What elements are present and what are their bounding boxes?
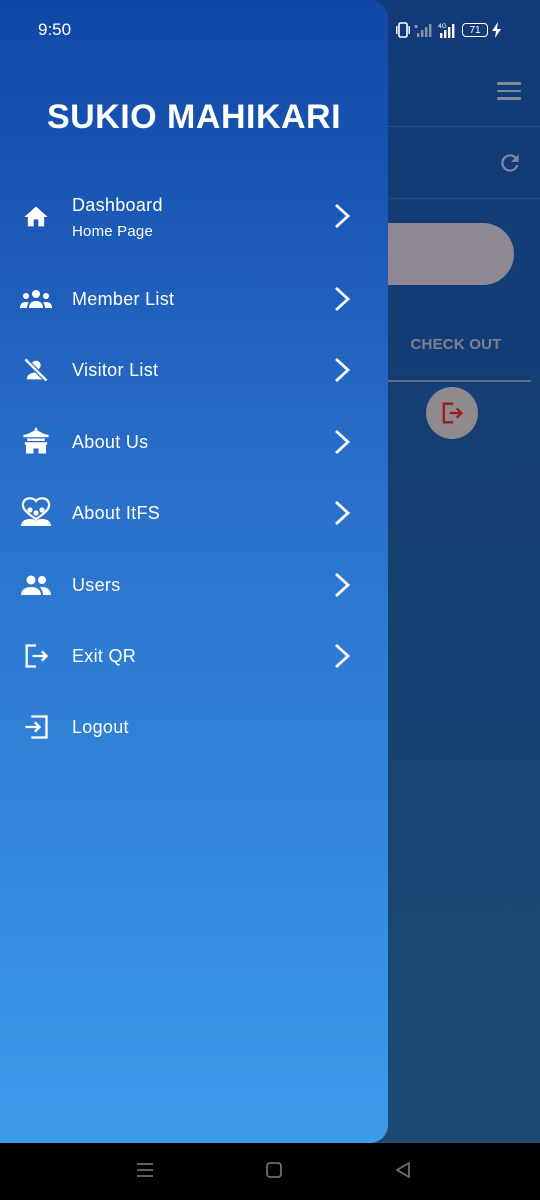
menu-label: About ItFS [72,503,161,523]
charging-icon [492,22,501,38]
menu-item-visitor-list[interactable]: Visitor List [0,339,388,401]
menu-label: Exit QR [72,646,137,666]
exit-icon [442,402,463,424]
tab-indicator [388,380,531,382]
menu-label: Users [72,575,121,595]
home-icon [18,199,54,235]
refresh-icon[interactable] [497,150,523,176]
recent-apps-icon[interactable] [136,1161,154,1179]
hamburger-menu-icon[interactable] [497,82,521,100]
battery-icon: 71 [462,23,488,37]
svg-text:×: × [414,24,418,31]
menu-item-users[interactable]: Users [0,554,388,616]
system-nav-bar [0,1143,540,1200]
signal-muted-icon: × [414,24,432,37]
diversity-icon [18,494,54,530]
back-icon[interactable] [394,1161,412,1179]
navigation-drawer: SUKIO MAHIKARI Dashboard Home Page Membe… [0,0,388,1143]
home-button-icon[interactable] [265,1161,283,1179]
svg-text:4G: 4G [438,23,447,30]
chevron-right-icon [335,357,351,383]
menu-label: About Us [72,432,149,452]
menu-item-exit-qr[interactable]: Exit QR [0,625,388,687]
menu-item-about-itfs[interactable]: About ItFS [0,482,388,544]
app-bar-divider [388,126,540,127]
signal-4g-icon: 4G [438,23,455,38]
chevron-right-icon [335,572,351,598]
people-icon [18,567,54,603]
menu-label: Dashboard [72,195,163,215]
status-icons: × 4G 71 [396,20,502,40]
menu-item-member-list[interactable]: Member List [0,268,388,330]
group-icon [18,281,54,317]
menu-item-about-us[interactable]: About Us [0,411,388,473]
vibrate-icon [396,22,410,38]
chevron-right-icon [335,429,351,455]
status-time: 9:50 [38,20,72,39]
toolbar-divider [388,198,540,199]
menu-label: Visitor List [72,360,159,380]
check-out-tab[interactable]: CHECK OUT [404,336,508,353]
menu-item-logout[interactable]: Logout [0,696,388,758]
chevron-right-icon [335,203,351,229]
chevron-right-icon [335,500,351,526]
person-off-icon [18,352,54,388]
temple-icon [18,423,54,459]
logout-icon [18,709,54,745]
chevron-right-icon [335,643,351,669]
checkout-button[interactable] [426,387,478,439]
menu-label: Logout [72,717,129,737]
menu-label: Member List [72,289,175,309]
menu-item-dashboard[interactable]: Dashboard Home Page [0,190,388,252]
menu-sublabel: Home Page [72,223,154,240]
drawer-title: SUKIO MAHIKARI [46,98,342,136]
chevron-right-icon [335,286,351,312]
exit-icon [18,638,54,674]
